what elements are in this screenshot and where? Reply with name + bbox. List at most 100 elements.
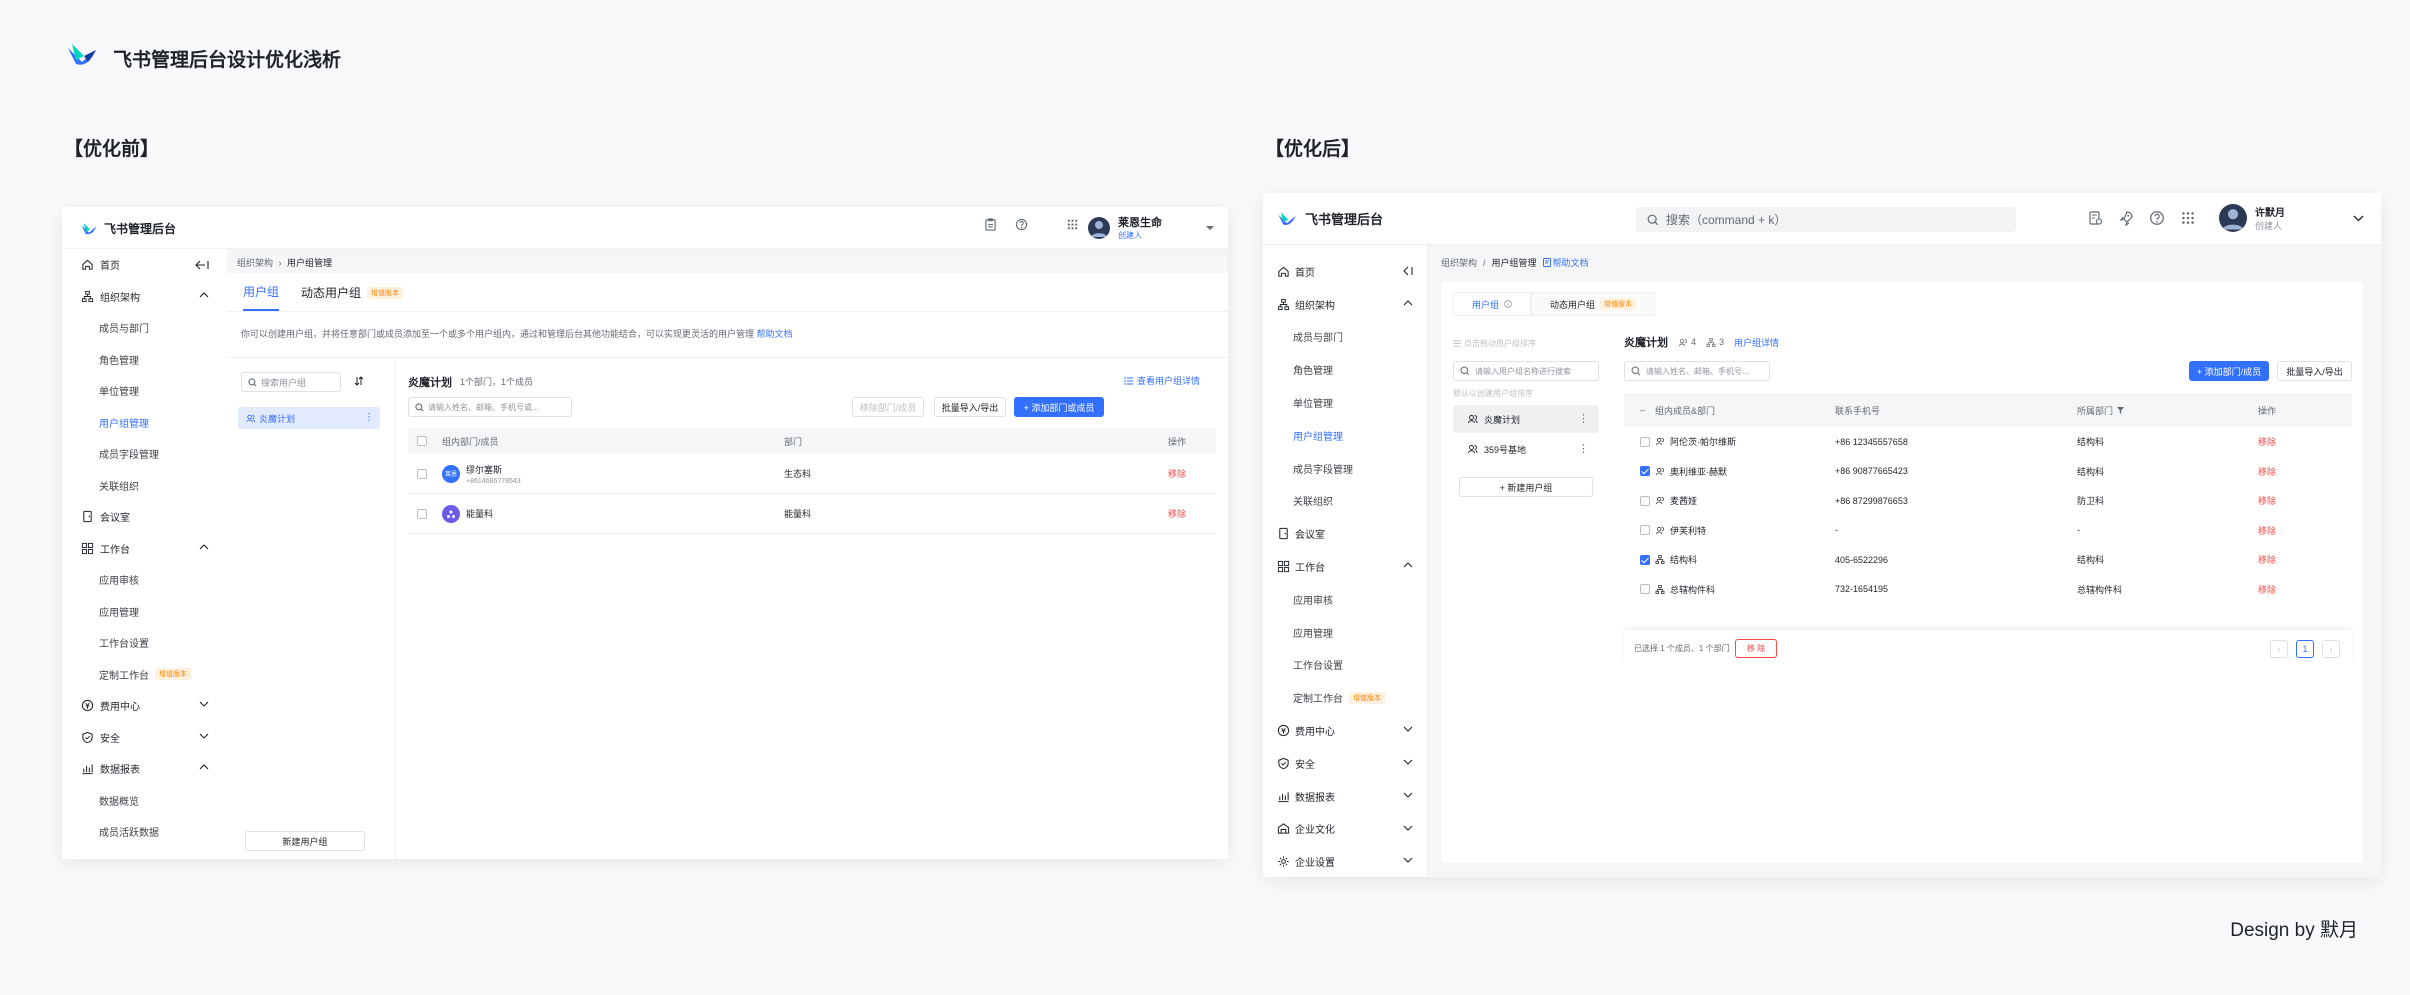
chevron-down-icon[interactable] xyxy=(2353,215,2364,222)
sidebar-subitem-2[interactable]: 成员与部门 xyxy=(62,312,227,344)
chevron-down-icon[interactable] xyxy=(199,701,209,707)
sidebar-subitem-11[interactable]: 应用管理 xyxy=(1263,616,1427,649)
sidebar-subitem-10[interactable]: 应用审核 xyxy=(1263,583,1427,616)
sidebar-item-14[interactable]: 费用中心 xyxy=(1263,714,1427,747)
row-checkbox[interactable] xyxy=(1640,525,1650,536)
sidebar-item-16[interactable]: 数据报表 xyxy=(62,753,227,785)
sidebar-subitem-13[interactable]: 定制工作台 增值版本 xyxy=(62,659,227,691)
table-row[interactable]: 奥利维亚·赫默 +86 90877665423 结构科 移除 xyxy=(1624,457,2352,487)
group-detail-link[interactable]: 用户组详情 xyxy=(1734,336,1779,349)
apps-grid-icon[interactable] xyxy=(1066,218,1079,231)
clipboard-icon[interactable] xyxy=(984,218,997,231)
row-checkbox[interactable] xyxy=(417,468,427,479)
remove-link[interactable]: 移除 xyxy=(2258,545,2276,575)
sidebar-subitem-6[interactable]: 成员字段管理 xyxy=(62,438,227,470)
select-all-checkbox[interactable]: – xyxy=(1640,393,1645,427)
add-member-button[interactable]: + 添加部门或成员 xyxy=(1014,397,1104,417)
row-checkbox[interactable] xyxy=(417,508,427,519)
info-icon[interactable] xyxy=(1504,300,1512,308)
group-item[interactable]: 炎魔计划 ⋮ xyxy=(238,407,380,429)
sidebar-item-1[interactable]: 组织架构 xyxy=(1263,288,1427,321)
sidebar-item-0[interactable]: 首页 xyxy=(1263,255,1427,288)
tab-dynamic-user-group[interactable]: 动态用户组 增值版本 xyxy=(301,283,404,311)
chevron-down-icon[interactable] xyxy=(1403,726,1413,732)
sidebar-item-15[interactable]: 安全 xyxy=(62,722,227,754)
page-1-button[interactable]: 1 xyxy=(2296,640,2314,658)
sidebar-subitem-13[interactable]: 定制工作台 增值版本 xyxy=(1263,681,1427,714)
breadcrumb-parent[interactable]: 组织架构 xyxy=(237,258,273,268)
sidebar-subitem-12[interactable]: 工作台设置 xyxy=(62,627,227,659)
sidebar-subitem-19[interactable]: 功能使用情况 xyxy=(62,848,227,860)
sidebar-subitem-4[interactable]: 单位管理 xyxy=(62,375,227,407)
sidebar-subitem-4[interactable]: 单位管理 xyxy=(1263,386,1427,419)
sidebar-subitem-10[interactable]: 应用审核 xyxy=(62,564,227,596)
sidebar-subitem-17[interactable]: 数据概览 xyxy=(62,785,227,817)
chevron-down-icon[interactable] xyxy=(1403,825,1413,831)
sidebar-subitem-3[interactable]: 角色管理 xyxy=(1263,353,1427,386)
apps-grid-icon[interactable] xyxy=(2180,210,2196,226)
sidebar-subitem-11[interactable]: 应用管理 xyxy=(62,596,227,628)
sidebar-item-17[interactable]: 企业文化 xyxy=(1263,813,1427,846)
table-row[interactable]: 能量科 能量科 移除 xyxy=(408,494,1216,534)
sidebar-subitem-6[interactable]: 成员字段管理 xyxy=(1263,452,1427,485)
add-member-button[interactable]: + 添加部门/成员 xyxy=(2189,361,2269,381)
more-icon[interactable]: ⋮ xyxy=(364,412,374,423)
remove-link[interactable]: 移除 xyxy=(1168,494,1186,533)
sidebar-subitem-3[interactable]: 角色管理 xyxy=(62,344,227,376)
row-checkbox[interactable] xyxy=(1640,584,1650,595)
next-page-button[interactable]: › xyxy=(2322,640,2340,658)
select-all-checkbox[interactable] xyxy=(417,436,427,446)
table-row[interactable]: 莱恩 缪尔塞斯 +8614686778543 生态科 移除 xyxy=(408,454,1216,494)
batch-import-export-button[interactable]: 批量导入/导出 xyxy=(2277,361,2352,381)
row-checkbox[interactable] xyxy=(1640,554,1650,565)
tab-user-group[interactable]: 用户组 xyxy=(1453,292,1532,316)
view-group-detail-link[interactable]: 查看用户组详情 xyxy=(1124,374,1200,387)
sidebar-subitem-7[interactable]: 关联组织 xyxy=(62,470,227,502)
help-doc-link[interactable]: 帮助文档 xyxy=(757,329,793,339)
brand[interactable]: 飞书管理后台 xyxy=(1277,209,1383,228)
chevron-down-icon[interactable] xyxy=(1403,857,1413,864)
brand[interactable]: 飞书管理后台 xyxy=(80,220,176,237)
table-row[interactable]: 阿伦茨·帕尔维斯 +86 12345557658 结构科 移除 xyxy=(1624,427,2352,457)
chevron-up-icon[interactable] xyxy=(199,543,209,550)
sidebar-subitem-18[interactable]: 成员活跃数据 xyxy=(62,816,227,848)
sidebar-subitem-7[interactable]: 关联组织 xyxy=(1263,485,1427,518)
tab-user-group[interactable]: 用户组 xyxy=(243,283,280,311)
help-icon[interactable] xyxy=(1015,218,1028,231)
remove-link[interactable]: 移除 xyxy=(2258,575,2276,605)
chevron-up-icon[interactable] xyxy=(1403,300,1413,306)
sidebar-item-16[interactable]: 数据报表 xyxy=(1263,780,1427,813)
table-row[interactable]: 结构科 405-6522296 结构科 移除 xyxy=(1624,545,2352,575)
chevron-down-icon[interactable] xyxy=(199,733,209,739)
sidebar-item-0[interactable]: 首页 xyxy=(62,249,227,281)
chevron-up-icon[interactable] xyxy=(1403,562,1413,568)
help-doc-link[interactable]: 帮助文档 xyxy=(1542,256,1589,269)
remove-link[interactable]: 移除 xyxy=(1168,454,1186,493)
rocket-icon[interactable] xyxy=(2118,210,2134,226)
sidebar-subitem-12[interactable]: 工作台设置 xyxy=(1263,649,1427,682)
sidebar-subitem-5[interactable]: 用户组管理 xyxy=(1263,419,1427,452)
collapse-sidebar-icon[interactable] xyxy=(195,260,209,270)
more-icon[interactable]: ⋮ xyxy=(1578,442,1589,455)
user-menu[interactable]: 许默月 创建人 xyxy=(2219,204,2364,232)
chevron-down-icon[interactable] xyxy=(1403,792,1413,798)
group-item[interactable]: 炎魔计划 ⋮ xyxy=(1453,405,1599,433)
sidebar-item-18[interactable]: 企业设置 xyxy=(1263,845,1427,877)
remove-link[interactable]: 移除 xyxy=(2258,457,2276,487)
chevron-down-icon[interactable] xyxy=(199,859,209,860)
caret-down-icon[interactable] xyxy=(1206,225,1214,231)
group-item[interactable]: 359号基地 ⋮ xyxy=(1453,435,1599,463)
breadcrumb-parent[interactable]: 组织架构 xyxy=(1441,256,1477,269)
remove-link[interactable]: 移除 xyxy=(2258,516,2276,546)
remove-member-button[interactable]: 移除部门/成员 xyxy=(852,397,924,417)
sidebar-item-14[interactable]: 费用中心 xyxy=(62,690,227,722)
sidebar-item-8[interactable]: 会议室 xyxy=(62,501,227,533)
table-row[interactable]: 总辖构件科 732-1654195 总辖构件科 移除 xyxy=(1624,575,2352,605)
member-search-input[interactable]: 请输入姓名、邮箱、手机号... xyxy=(1624,361,1770,381)
sidebar-item-9[interactable]: 工作台 xyxy=(62,533,227,565)
remove-link[interactable]: 移除 xyxy=(2258,486,2276,516)
chevron-down-icon[interactable] xyxy=(1403,759,1413,765)
collapse-sidebar-icon[interactable] xyxy=(1403,266,1413,276)
chevron-up-icon[interactable] xyxy=(199,291,209,298)
sort-icon[interactable] xyxy=(354,376,364,386)
